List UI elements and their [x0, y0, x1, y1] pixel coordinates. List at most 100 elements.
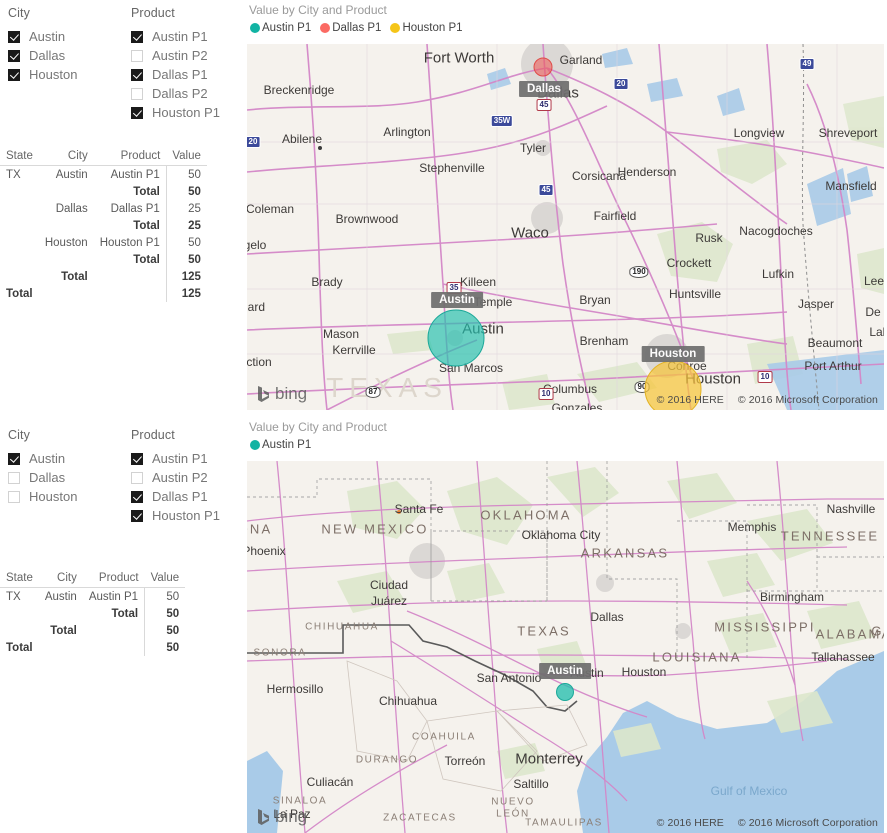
map-pin-houston[interactable]: Houston	[641, 346, 705, 362]
table-row[interactable]: Houston Houston P1 50	[0, 234, 207, 251]
table-row[interactable]: TX Austin Austin P1 50	[0, 587, 186, 605]
cell-city	[39, 183, 94, 200]
attribution-here: © 2016 HERE	[656, 394, 724, 406]
checkbox-checked-icon[interactable]	[8, 68, 20, 81]
slicer-item-product-houston-p1[interactable]: Houston P1	[131, 506, 220, 525]
checkbox-checked-icon[interactable]	[8, 30, 20, 43]
map-label-houston: Houston	[621, 665, 667, 679]
checkbox-checked-icon[interactable]	[8, 49, 20, 62]
slicer-item-product-austin-p1[interactable]: Austin P1	[131, 449, 220, 468]
map-canvas-bottom[interactable]: Santa Fe OKLAHOMA Nashville Memphis TENN…	[247, 461, 884, 833]
map-label-longview: Longview	[733, 126, 785, 140]
slicer-item-product-austin-p1[interactable]: Austin P1	[131, 27, 220, 46]
checkbox-checked-icon[interactable]	[8, 452, 20, 465]
slicer-product-top[interactable]: Product Austin P1 Austin P2 Dallas P1 Da…	[131, 6, 220, 122]
map-bubble-austin[interactable]	[427, 309, 485, 367]
map-label-arlington: Arlington	[383, 125, 431, 139]
column-header-product: Product	[93, 150, 167, 166]
slicer-item-label: Houston P1	[152, 105, 220, 120]
cell-product-total: Total	[133, 253, 160, 266]
table-row[interactable]: Total 50	[0, 639, 186, 656]
slicer-item-city-austin[interactable]: Austin	[8, 449, 77, 468]
cell-city: Houston	[44, 236, 88, 249]
slicer-city-top[interactable]: City Austin Dallas Houston	[8, 6, 77, 84]
cell-value-total: 125	[165, 268, 207, 285]
slicer-item-city-dallas[interactable]: Dallas	[8, 468, 77, 487]
table-row[interactable]: Dallas Dallas P1 25	[0, 200, 207, 217]
cell-value: 25	[165, 200, 207, 217]
bing-icon	[257, 386, 270, 402]
slicer-item-city-austin[interactable]: Austin	[8, 27, 77, 46]
table-row[interactable]: TX Austin Austin P1 50	[0, 165, 207, 183]
checkbox-checked-icon[interactable]	[131, 452, 143, 465]
legend-item-dallas-p1[interactable]: Dallas P1	[320, 22, 381, 34]
checkbox-unchecked-icon[interactable]	[131, 49, 143, 62]
map-visual-top[interactable]: Value by City and Product Austin P1 Dall…	[247, 0, 887, 410]
bing-logo-top[interactable]: bing	[257, 384, 307, 404]
map-visual-bottom[interactable]: Value by City and Product Austin P1 Sant…	[247, 417, 887, 833]
map-label-waco: Waco	[511, 224, 549, 242]
slicer-item-product-dallas-p2[interactable]: Dallas P2	[131, 84, 220, 103]
legend-item-austin-p1[interactable]: Austin P1	[250, 22, 311, 34]
highway-shield-icon: 190	[629, 266, 649, 278]
checkbox-checked-icon[interactable]	[131, 68, 143, 81]
slicer-item-product-dallas-p1[interactable]: Dallas P1	[131, 487, 220, 506]
cell-city	[39, 251, 94, 268]
checkbox-unchecked-icon[interactable]	[131, 87, 143, 100]
cell-value: 50	[165, 234, 207, 251]
slicer-item-product-austin-p2[interactable]: Austin P2	[131, 468, 220, 487]
legend-label: Dallas P1	[332, 22, 382, 34]
map-label-nashville: Nashville	[826, 502, 876, 516]
slicer-item-label: Austin P2	[152, 470, 208, 485]
cell-product-total: Total	[133, 219, 160, 232]
checkbox-checked-icon[interactable]	[131, 30, 143, 43]
table-row[interactable]: Total 50	[0, 251, 207, 268]
map-label-culiacan: Culiacán	[306, 775, 354, 789]
slicer-item-city-houston[interactable]: Houston	[8, 65, 77, 84]
slicer-product-bottom[interactable]: Product Austin P1 Austin P2 Dallas P1 Ho…	[131, 428, 220, 525]
slicer-item-city-houston[interactable]: Houston	[8, 487, 77, 506]
map-canvas-top[interactable]: Breckenridge Fort Worth Garland Dallas A…	[247, 44, 884, 410]
column-header-city: City	[38, 572, 83, 588]
attribution-microsoft: © 2016 Microsoft Corporation	[737, 817, 878, 829]
map-label-bryan: Bryan	[579, 293, 611, 307]
slicer-item-city-dallas[interactable]: Dallas	[8, 46, 77, 65]
checkbox-unchecked-icon[interactable]	[8, 490, 20, 503]
map-label-garland: Garland	[559, 53, 603, 67]
slicer-item-product-dallas-p1[interactable]: Dallas P1	[131, 65, 220, 84]
table-row[interactable]: Total 125	[0, 268, 207, 285]
table-row[interactable]: Total 50	[0, 622, 186, 639]
map-pin-dallas[interactable]: Dallas	[519, 81, 569, 97]
table-row[interactable]: Total 50	[0, 183, 207, 200]
map-bubble-dallas[interactable]	[533, 57, 553, 77]
map-label-oklahoma-city: Oklahoma City	[521, 528, 601, 542]
bing-icon	[257, 809, 270, 825]
map-label-stephenville: Stephenville	[419, 161, 485, 175]
map-pin-austin[interactable]: Austin	[431, 292, 483, 308]
table-row[interactable]: Total 25	[0, 217, 207, 234]
cell-value-total: 125	[165, 285, 207, 302]
legend-item-austin-p1[interactable]: Austin P1	[250, 439, 311, 451]
legend-item-houston-p1[interactable]: Houston P1	[390, 22, 463, 34]
slicer-item-product-austin-p2[interactable]: Austin P2	[131, 46, 220, 65]
slicer-item-product-houston-p1[interactable]: Houston P1	[131, 103, 220, 122]
table-row[interactable]: Total 125	[0, 285, 207, 302]
checkbox-checked-icon[interactable]	[131, 106, 143, 119]
checkbox-checked-icon[interactable]	[131, 509, 143, 522]
checkbox-unchecked-icon[interactable]	[131, 471, 143, 484]
map-label-arkansas: ARKANSAS	[580, 545, 670, 561]
slicer-item-label: Dallas P2	[152, 86, 208, 101]
cell-value-total: 50	[144, 605, 186, 622]
table-row[interactable]: Total 50	[0, 605, 186, 622]
map-label-texas: TEXAS	[517, 623, 571, 639]
legend-dot-icon	[250, 440, 260, 450]
cell-city-total: Total	[61, 270, 88, 283]
map-bubble-austin[interactable]	[556, 683, 574, 701]
bing-logo-bottom[interactable]: bing	[257, 807, 307, 827]
slicer-city-bottom[interactable]: City Austin Dallas Houston	[8, 428, 77, 506]
checkbox-unchecked-icon[interactable]	[8, 471, 20, 484]
cell-product: Austin P1	[110, 168, 160, 181]
map-pin-austin[interactable]: Austin	[539, 663, 591, 679]
checkbox-checked-icon[interactable]	[131, 490, 143, 503]
highway-shield-icon: 49	[799, 58, 815, 70]
